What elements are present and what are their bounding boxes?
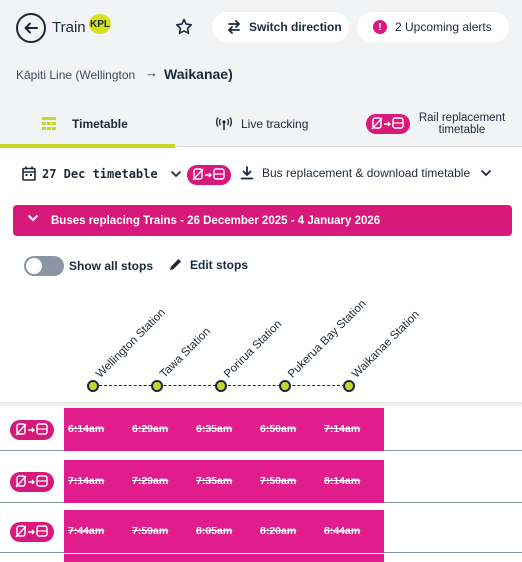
stops-diagram: Wellington Station Tawa Station Porirua … [0, 290, 522, 405]
departure-time: 6:50am [260, 423, 297, 435]
departure-time: 6:29am [132, 423, 169, 435]
edit-stops-button[interactable]: Edit stops [168, 257, 248, 272]
stop-node [87, 380, 99, 392]
trip-times: 7:44am 7:59am 8:05am 8:20am 8:44am [64, 510, 384, 553]
calendar-icon [22, 166, 36, 181]
tab-bar: Timetable Live tracking Rail replacement… [0, 100, 522, 148]
star-icon[interactable] [174, 17, 194, 37]
date-dropdown-label: 27 Dec timetable [42, 166, 158, 181]
show-all-stops-toggle[interactable] [24, 256, 64, 276]
bus-replacement-icon [366, 114, 410, 134]
tab-rail-replacement-label: Rail replacement timetable [418, 112, 506, 136]
date-dropdown[interactable]: 27 Dec timetable [22, 166, 182, 181]
route-origin: Kāpiti Line (Wellington [16, 68, 136, 82]
show-all-stops-label: Show all stops [69, 259, 154, 273]
departure-time: 7:44am [68, 525, 105, 537]
live-tracking-icon [215, 116, 233, 130]
operator-badge: KPL [89, 14, 111, 34]
chevron-down-icon [480, 169, 492, 177]
arrow-left-icon [24, 22, 38, 34]
alert-icon: ! [373, 20, 387, 34]
header-bar: Train KPL Switch direction ! 2 Upcoming … [0, 0, 522, 56]
tab-rail-replacement[interactable]: Rail replacement timetable [364, 100, 522, 147]
route-bar: Kāpiti Line (Wellington → Waikanae) [0, 56, 522, 100]
chevron-down-icon [27, 214, 39, 222]
tab-timetable[interactable]: Timetable [0, 100, 175, 148]
switch-direction-button[interactable]: Switch direction [212, 12, 349, 42]
trip-times: 6:14am 6:29am 6:35am 6:50am 7:14am [64, 408, 384, 451]
stop-node [343, 380, 355, 392]
table-row: 7:44am 7:59am 8:05am 8:20am 8:44am [0, 510, 522, 553]
departure-time: 8:20am [260, 525, 297, 537]
departure-time: 8:14am [324, 475, 361, 487]
stop-label: Porirua Station [222, 318, 285, 381]
timetable-icon [42, 117, 56, 130]
stop-label: Tawa Station [158, 325, 214, 381]
route-arrow: → [145, 65, 158, 80]
download-icon [240, 166, 254, 180]
bus-replacement-banner[interactable]: Buses replacing Trains - 26 December 202… [13, 205, 512, 236]
bus-replacement-icon [10, 420, 54, 440]
trip-times [64, 554, 384, 562]
chevron-down-icon [170, 170, 181, 177]
trip-times: 7:14am 7:29am 7:35am 7:50am 8:14am [64, 460, 384, 503]
tab-live-tracking[interactable]: Live tracking [215, 100, 345, 147]
stop-node [215, 380, 227, 392]
stop-label: Wellington Station [94, 306, 168, 381]
edit-stops-label: Edit stops [190, 257, 249, 272]
tab-timetable-label: Timetable [72, 116, 128, 131]
back-button[interactable] [16, 13, 46, 43]
departure-time: 6:14am [68, 423, 105, 435]
toggle-knob [26, 258, 42, 274]
departure-time: 7:14am [324, 423, 361, 435]
departure-time: 7:35am [196, 475, 233, 487]
download-timetable-label: Bus replacement & download timetable [262, 166, 471, 180]
tab-live-tracking-label: Live tracking [241, 116, 309, 131]
pencil-icon [170, 259, 181, 270]
table-row: 7:14am 7:29am 7:35am 7:50am 8:14am [0, 460, 522, 503]
departure-time: 7:50am [260, 475, 297, 487]
departure-time: 7:14am [68, 475, 105, 487]
departure-time: 7:59am [132, 525, 169, 537]
swap-arrows-icon [228, 20, 240, 34]
banner-text: Buses replacing Trains - 26 December 202… [51, 214, 381, 227]
departure-time: 6:35am [196, 423, 233, 435]
departure-time: 8:44am [324, 525, 361, 537]
route-destination: Waikanae) [164, 66, 233, 82]
bus-replacement-icon [10, 522, 54, 542]
stop-node [279, 380, 291, 392]
timetable-toolbar: 27 Dec timetable Bus replacement & downl… [0, 160, 522, 190]
table-row: 6:14am 6:29am 6:35am 6:50am 7:14am [0, 408, 522, 451]
upcoming-alerts-label: 2 Upcoming alerts [395, 20, 492, 34]
upcoming-alerts-button[interactable]: ! 2 Upcoming alerts [357, 12, 509, 42]
page-title: Train [52, 19, 86, 36]
download-timetable-button[interactable]: Bus replacement & download timetable [240, 166, 492, 180]
stop-label: Waikanae Station [350, 308, 422, 381]
switch-direction-label: Switch direction [249, 20, 342, 34]
departure-time: 7:29am [132, 475, 169, 487]
bus-replacement-icon [187, 165, 231, 185]
bus-replacement-icon [10, 472, 54, 492]
stop-node [151, 380, 163, 392]
departure-time: 8:05am [196, 525, 233, 537]
